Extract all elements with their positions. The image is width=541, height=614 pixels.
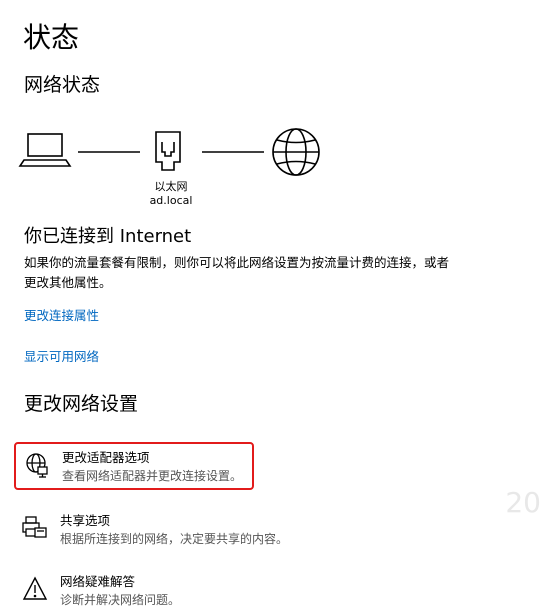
network-troubleshooter[interactable]: 网络疑难解答 诊断并解决网络问题。 [14, 568, 250, 614]
option-description: 根据所连接到的网络，决定要共享的内容。 [60, 532, 289, 546]
laptop-icon [18, 133, 72, 167]
sharing-options[interactable]: 共享选项 根据所连接到的网络，决定要共享的内容。 [14, 507, 288, 553]
option-title: 共享选项 [60, 513, 111, 528]
globe-icon [272, 128, 320, 176]
page-title: 状态 [23, 21, 80, 54]
network-status-heading: 网络状态 [24, 74, 101, 96]
change-settings-heading: 更改网络设置 [24, 393, 139, 415]
change-adapter-options[interactable]: 更改适配器选项 查看网络适配器并更改连接设置。 [14, 442, 254, 490]
change-connection-properties-link[interactable]: 更改连接属性 [24, 305, 99, 324]
adapter-name: 以太网 [154, 180, 188, 193]
option-title: 网络疑难解答 [60, 574, 136, 589]
option-description: 查看网络适配器并更改连接设置。 [62, 469, 243, 483]
connection-heading: 你已连接到 Internet [24, 226, 192, 247]
warning-icon [22, 576, 48, 600]
ethernet-icon [155, 131, 181, 171]
watermark: 20 [505, 486, 541, 519]
connection-description: 如果你的流量套餐有限制，则你可以将此网络设置为按流量计费的连接，或者更改其他属性… [24, 255, 450, 290]
domain-name: ad.local [149, 194, 193, 207]
network-adapter-icon [26, 453, 48, 478]
show-available-networks-link[interactable]: 显示可用网络 [24, 346, 99, 365]
option-description: 诊断并解决网络问题。 [60, 593, 181, 607]
sharing-printer-icon [22, 516, 47, 538]
option-title: 更改适配器选项 [62, 450, 150, 465]
